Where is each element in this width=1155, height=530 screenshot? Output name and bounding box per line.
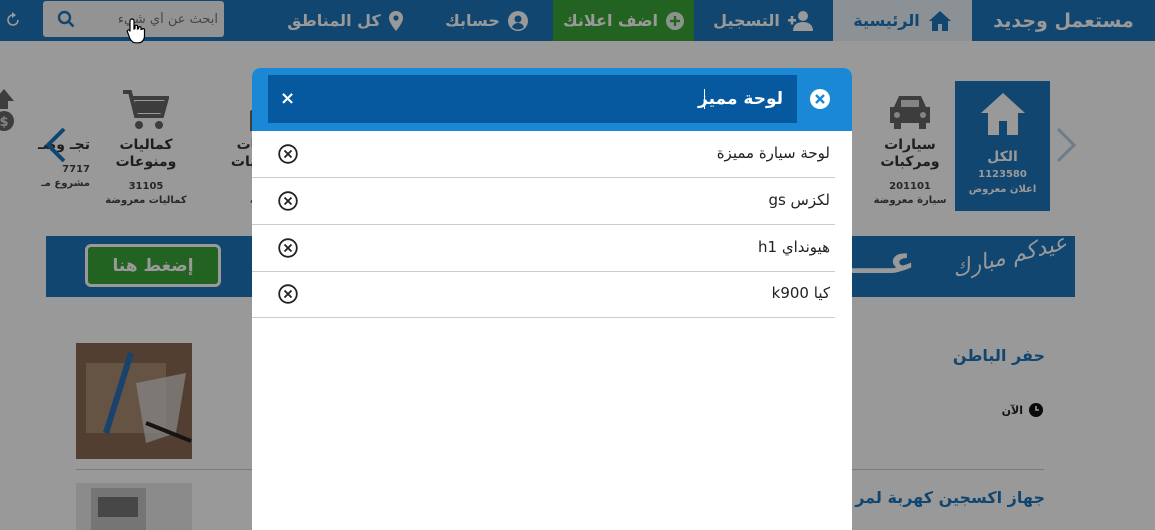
suggestion-item[interactable]: هيونداي h1 [252, 225, 835, 272]
text-caret [704, 89, 705, 109]
suggestion-text: لكزس gs [768, 191, 830, 209]
remove-suggestion-icon[interactable] [278, 238, 298, 258]
suggestion-text: كيا k900 [771, 284, 830, 302]
search-modal-field: × [268, 75, 797, 123]
search-modal-header: × [252, 68, 852, 131]
remove-suggestion-icon[interactable] [278, 284, 298, 304]
suggestion-item[interactable]: لوحة سيارة مميزة [252, 131, 835, 178]
close-modal-icon[interactable] [810, 89, 830, 109]
hand-cursor-icon [126, 18, 146, 44]
suggestion-item[interactable]: لكزس gs [252, 178, 835, 225]
suggestion-text: هيونداي h1 [758, 238, 830, 256]
clear-query-icon[interactable]: × [280, 89, 295, 109]
search-modal: × لوحة سيارة مميزة لكزس gs هيونداي h1 كي… [252, 68, 852, 530]
remove-suggestion-icon[interactable] [278, 191, 298, 211]
remove-suggestion-icon[interactable] [278, 144, 298, 164]
suggestion-text: لوحة سيارة مميزة [716, 144, 830, 162]
search-modal-input[interactable] [308, 85, 783, 113]
suggestion-item[interactable]: كيا k900 [252, 271, 835, 318]
